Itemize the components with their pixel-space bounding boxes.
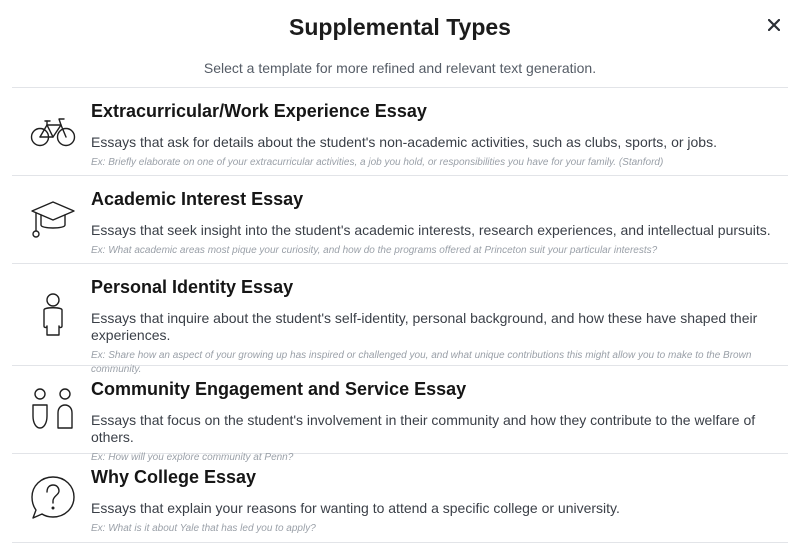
type-example: Ex: What academic areas most pique your …	[91, 245, 658, 256]
type-description: Essays that focus on the student's invol…	[91, 412, 756, 445]
type-example: Ex: Briefly elaborate on one of your ext…	[91, 157, 664, 168]
type-option-academic-interest[interactable]: Academic Interest Essay Essays that seek…	[12, 176, 788, 264]
type-title: Why College Essay	[91, 467, 257, 487]
two-people-icon	[31, 387, 73, 429]
close-icon	[768, 19, 780, 31]
modal-title: Supplemental Types	[289, 14, 511, 40]
type-example: Ex: What is it about Yale that has led y…	[91, 523, 316, 534]
type-title: Personal Identity Essay	[91, 277, 294, 297]
type-description: Essays that seek insight into the studen…	[91, 222, 771, 238]
type-option-community-engagement[interactable]: Community Engagement and Service Essay E…	[12, 366, 788, 463]
modal-subtitle: Select a template for more refined and r…	[203, 60, 597, 76]
type-option-why-college[interactable]: Why College Essay Essays that explain yo…	[12, 454, 788, 543]
type-title: Community Engagement and Service Essay	[91, 379, 467, 399]
type-description: Essays that explain your reasons for wan…	[91, 500, 620, 516]
type-description: Essays that inquire about the student's …	[91, 310, 758, 343]
graduation-cap-icon	[30, 200, 75, 238]
supplemental-types-modal: Supplemental Types Select a template for…	[0, 0, 800, 545]
person-icon	[42, 292, 63, 336]
modal-header: Supplemental Types Select a template for…	[0, 0, 800, 77]
close-button[interactable]	[764, 15, 784, 35]
type-option-personal-identity[interactable]: Personal Identity Essay Essays that inqu…	[12, 264, 788, 375]
type-title: Extracurricular/Work Experience Essay	[91, 101, 427, 121]
type-list: Extracurricular/Work Experience Essay Es…	[12, 87, 788, 543]
question-bubble-icon	[30, 476, 75, 519]
bicycle-icon	[30, 117, 75, 146]
type-title: Academic Interest Essay	[91, 189, 304, 209]
type-description: Essays that ask for details about the st…	[91, 134, 717, 150]
type-option-extracurricular[interactable]: Extracurricular/Work Experience Essay Es…	[12, 88, 788, 176]
